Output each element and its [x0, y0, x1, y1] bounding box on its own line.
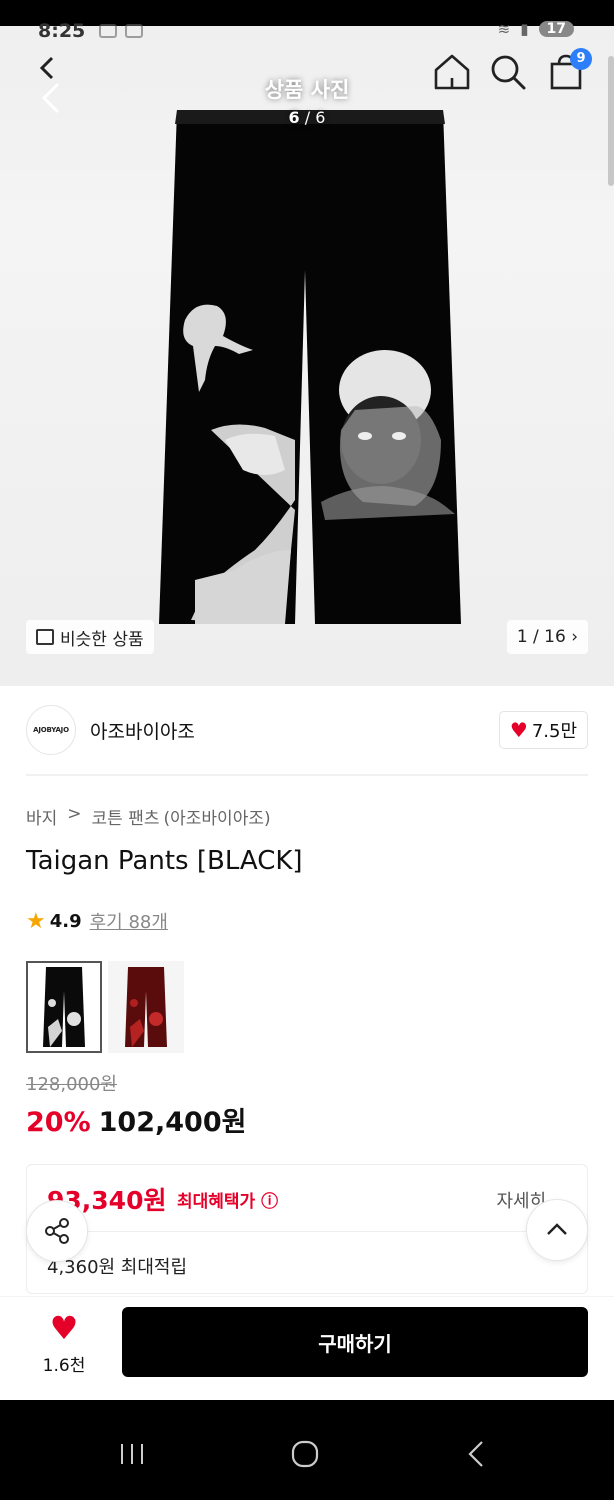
breadcrumb: 바지 > 코튼 팬츠 (아조바이아조) [26, 804, 271, 829]
review-link[interactable]: 후기 88개 [90, 908, 168, 934]
product-image-viewer[interactable]: 상품 사진 6 / 6 9 비슷한 상품 1 / 16 › [0, 26, 614, 686]
recent-apps-button[interactable] [112, 1438, 152, 1470]
status-time: 8:25 [38, 20, 86, 42]
scroll-to-top-button[interactable] [526, 1199, 588, 1261]
notification-icon [99, 24, 118, 38]
brand-like-button[interactable]: ♥ 7.5만 [498, 711, 588, 749]
home-nav-button[interactable] [285, 1438, 325, 1470]
black-pants-thumbnail [43, 967, 85, 1047]
signal-icon: ▮ [520, 20, 529, 38]
image-counter-label: 1 / 16 [516, 627, 566, 647]
chevron-right-icon: › [565, 627, 578, 647]
heart-icon: ♥ [509, 718, 528, 742]
image-current: 6 [288, 108, 300, 127]
info-icon[interactable]: ⓘ [261, 1192, 278, 1212]
back-nav-button[interactable] [456, 1438, 496, 1470]
share-icon [45, 1218, 69, 1244]
similar-products-label: 비슷한 상품 [60, 629, 144, 650]
product-detail[interactable]: AJOBYAJO 아조바이아조 ♥ 7.5만 바지 > 코튼 팬츠 (아조바이아… [0, 686, 614, 1400]
heart-icon: ♥ [49, 1309, 79, 1347]
max-benefit-label: 최대혜택가 ⓘ [177, 1187, 278, 1212]
battery-indicator: 17 [538, 21, 574, 37]
brand-name[interactable]: 아조바이아조 [90, 717, 195, 744]
wishlist-button[interactable]: ♥ 1.6천 [26, 1311, 102, 1376]
similar-products-button[interactable]: 비슷한 상품 [26, 620, 154, 654]
home-circle-icon [291, 1440, 319, 1468]
chevron-right-icon: > [67, 804, 82, 824]
brand-like-count: 7.5만 [531, 721, 577, 742]
benefit-box: 93,340원 최대혜택가 ⓘ 자세히 ⌄ 4,360원 최대적립 [26, 1164, 588, 1294]
original-price: 128,000원 [26, 1074, 117, 1095]
cart-button[interactable]: 9 [544, 48, 592, 94]
cloud-icon [125, 24, 144, 38]
system-navigation-bar [0, 1400, 614, 1500]
copy-icon [36, 629, 54, 645]
price-row: 20% 102,400원 [26, 1100, 246, 1139]
image-counter-button[interactable]: 1 / 16 › [506, 620, 588, 654]
discount-rate: 20% [26, 1107, 91, 1138]
image-index: 6 / 6 [0, 108, 614, 127]
color-swatches [26, 961, 184, 1053]
breadcrumb-item[interactable]: 코튼 팬츠 [92, 804, 160, 829]
divider [26, 774, 588, 776]
wishlist-count: 1.6천 [42, 1356, 86, 1376]
brand-row[interactable]: AJOBYAJO 아조바이아조 ♥ 7.5만 [26, 704, 588, 756]
swatch-red[interactable] [108, 961, 184, 1053]
star-icon: ★ [26, 908, 46, 934]
rating-value: 4.9 [49, 910, 82, 932]
breadcrumb-item[interactable]: 바지 [26, 804, 57, 829]
buy-button[interactable]: 구매하기 [122, 1307, 588, 1377]
recent-apps-icon [121, 1444, 143, 1464]
rating-row: ★ 4.9 후기 88개 [26, 908, 168, 934]
image-separator: / [304, 108, 311, 127]
sale-price: 102,400원 [98, 1107, 247, 1138]
product-title: Taigan Pants [BLACK] [26, 846, 303, 876]
brand-logo[interactable]: AJOBYAJO [26, 705, 76, 755]
divider [47, 1231, 567, 1232]
breadcrumb-item[interactable]: (아조바이아조) [164, 804, 271, 829]
max-benefit-label-text: 최대혜택가 [177, 1192, 256, 1212]
home-icon [434, 54, 470, 90]
status-indicators: ≋ ▮ 17 [498, 20, 574, 38]
red-pants-thumbnail [125, 967, 167, 1047]
swatch-black[interactable] [26, 961, 102, 1053]
wifi-icon: ≋ [497, 20, 511, 38]
bottom-action-bar: ♥ 1.6천 구매하기 [0, 1296, 614, 1400]
cart-count-badge: 9 [570, 48, 592, 70]
chevron-up-icon [547, 1223, 567, 1235]
image-total: 6 [315, 108, 326, 127]
share-button[interactable] [26, 1200, 88, 1262]
search-icon [491, 55, 526, 90]
search-button[interactable] [486, 50, 530, 94]
back-arrow-icon [468, 1441, 483, 1467]
product-image [159, 110, 461, 624]
home-button[interactable] [430, 50, 474, 94]
